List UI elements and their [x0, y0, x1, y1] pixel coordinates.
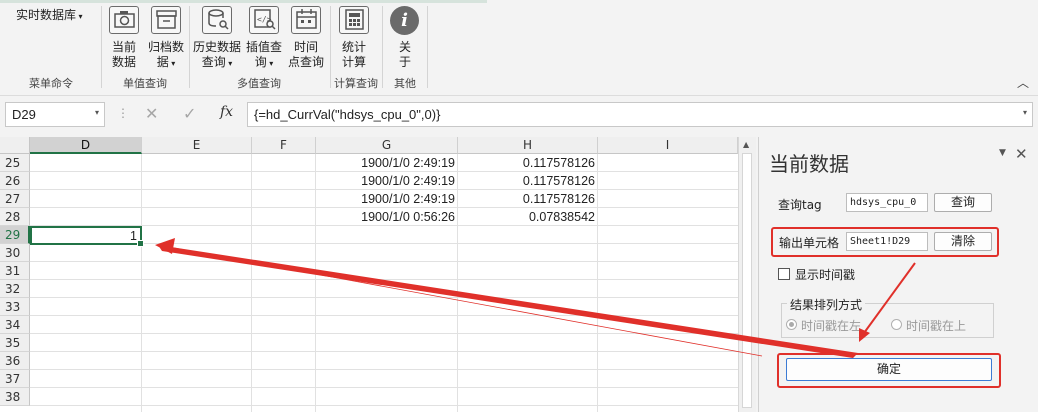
annotation-arrow-body: [158, 245, 858, 358]
annotation-overlay: [155, 238, 916, 358]
annotation-arrow-head: [155, 238, 175, 254]
annotation-down-arrow: [863, 262, 916, 334]
annotation-down-arrow-head: [859, 328, 870, 342]
